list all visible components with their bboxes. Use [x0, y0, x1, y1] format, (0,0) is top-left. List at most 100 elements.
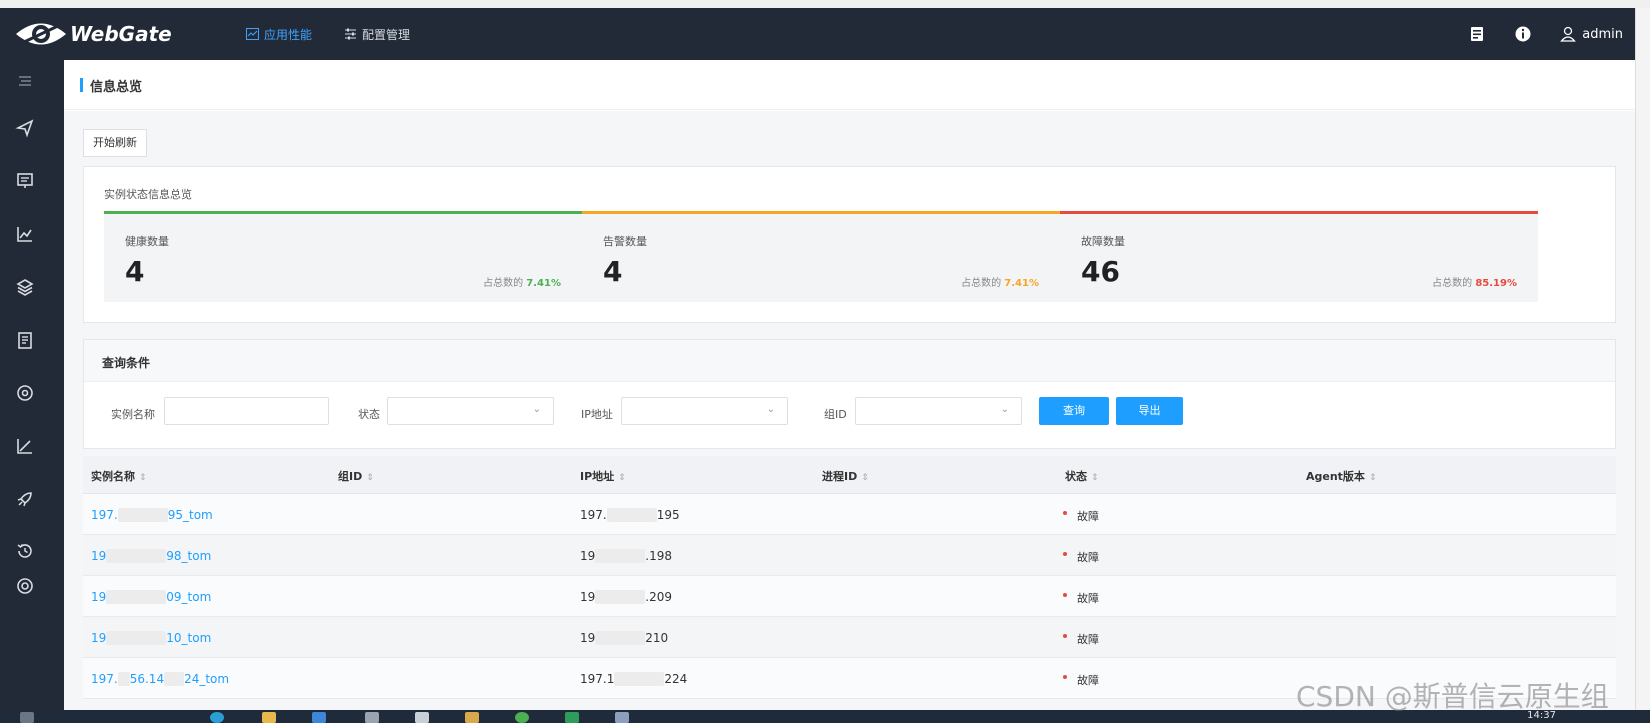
fault-count-label: 故障数量	[1081, 235, 1125, 248]
fault-dot-icon	[1063, 511, 1067, 515]
target-icon	[17, 385, 33, 401]
sidebar-item-history[interactable]	[12, 538, 38, 564]
instance-name-input[interactable]	[164, 397, 329, 425]
nav-config-management[interactable]: 配置管理	[344, 26, 410, 43]
window-right-edge	[1635, 8, 1650, 710]
logo[interactable]: WebGate	[14, 17, 172, 51]
page-title-bar: 信息总览	[64, 60, 1635, 110]
instance-name-link[interactable]: 19x09_tom	[91, 590, 211, 604]
col-agent-version[interactable]: Agent版本 ⇕	[1306, 468, 1376, 484]
query-panel-header: 查询条件	[84, 340, 1615, 382]
healthy-percent-prefix: 占总数的	[483, 278, 524, 289]
group-id-select[interactable]: ⌄	[855, 397, 1022, 425]
col-group-id[interactable]: 组ID ⇕	[338, 468, 374, 484]
app-icon[interactable]	[465, 712, 479, 723]
user-icon	[1560, 26, 1577, 42]
col-status[interactable]: 状态 ⇕	[1065, 468, 1099, 484]
table-row[interactable]: 19x10_tom 19x210 故障	[83, 617, 1616, 658]
header-actions: admin	[1468, 8, 1635, 60]
ip-part: 224	[664, 672, 688, 686]
settings-icon	[17, 578, 33, 594]
sliders-icon	[345, 28, 357, 40]
ip-cell: 19x.209	[580, 590, 672, 604]
status-text: 故障	[1077, 551, 1099, 564]
ip-part: 19	[580, 549, 596, 563]
app-icon[interactable]	[415, 712, 429, 723]
sidebar-item-trend[interactable]	[12, 221, 38, 247]
fault-dot-icon	[1063, 552, 1067, 556]
instance-name-part: 98_tom	[166, 549, 212, 563]
table-row[interactable]: 19x09_tom 19x.209 故障	[83, 576, 1616, 617]
document-icon	[18, 332, 32, 349]
ip-cell: 19x210	[580, 631, 668, 645]
start-icon[interactable]	[20, 712, 34, 723]
send-icon	[15, 119, 34, 138]
ip-address-select[interactable]: ⌄	[621, 397, 788, 425]
user-menu[interactable]: admin	[1560, 26, 1623, 42]
search-button[interactable]: 查询	[1039, 397, 1109, 425]
col-instance-name[interactable]: 实例名称 ⇕	[91, 468, 147, 484]
table-row[interactable]: 19x98_tom 19x.198 故障	[83, 535, 1616, 576]
status-label: 状态	[358, 408, 380, 421]
top-header: WebGate 应用性能 配置管理 admin	[0, 8, 1635, 60]
status-select[interactable]: ⌄	[387, 397, 554, 425]
clipboard-icon[interactable]	[1468, 25, 1486, 43]
group-id-label: 组ID	[824, 408, 847, 421]
instance-name-link[interactable]: 197.x95_tom	[91, 508, 213, 522]
sidebar-item-analytics[interactable]	[12, 433, 38, 459]
fault-card-top-bar	[1060, 211, 1538, 214]
app-icon[interactable]	[615, 712, 629, 723]
instance-name-part: 19	[91, 590, 107, 604]
warning-percent-value: 7.41%	[1004, 278, 1039, 289]
status-panel-title: 实例状态信息总览	[104, 188, 192, 201]
browser-icon[interactable]	[210, 712, 224, 723]
ip-cell: 197.1x224	[580, 672, 687, 686]
redacted-mask: x	[106, 590, 167, 604]
folder-icon[interactable]	[262, 712, 276, 723]
instance-status-panel: 实例状态信息总览 健康数量 4 占总数的 7.41% 告警数量 4 占总数的 7…	[83, 166, 1616, 323]
table-row[interactable]: 197.x95_tom 197.x195 故障	[83, 494, 1616, 535]
sidebar-item-send[interactable]	[12, 115, 38, 141]
col-agent-version-label: Agent版本	[1306, 470, 1365, 483]
instance-name-link[interactable]: 197.x56.14x24_tom	[91, 672, 229, 686]
ip-chevron-down-icon: ⌄	[766, 404, 775, 415]
ip-cell: 197.x195	[580, 508, 680, 522]
sidebar-item-screen[interactable]	[12, 168, 38, 194]
export-button[interactable]: 导出	[1116, 397, 1183, 425]
sidebar-item-settings[interactable]	[12, 573, 38, 599]
left-sidebar	[0, 60, 64, 710]
col-ip-address[interactable]: IP地址 ⇕	[580, 468, 626, 484]
app-icon[interactable]	[515, 712, 529, 723]
user-name: admin	[1582, 26, 1623, 42]
instance-name-link[interactable]: 19x10_tom	[91, 631, 211, 645]
instance-name-part: 56.14	[129, 672, 165, 686]
ip-part: .198	[645, 549, 672, 563]
app-icon[interactable]	[365, 712, 379, 723]
ip-part: 19	[580, 590, 596, 604]
sort-icon: ⇕	[139, 473, 147, 483]
warning-count-card: 告警数量 4 占总数的 7.41%	[582, 211, 1060, 302]
instance-name-link[interactable]: 19x98_tom	[91, 549, 211, 563]
instance-name-part: 24_tom	[184, 672, 230, 686]
axis-chart-icon	[17, 439, 32, 454]
ip-part: 195	[656, 508, 680, 522]
app-icon[interactable]	[312, 712, 326, 723]
nav-config-management-label: 配置管理	[362, 27, 411, 42]
col-ip-address-label: IP地址	[580, 470, 615, 483]
sort-icon: ⇕	[1368, 473, 1377, 483]
redacted-mask: x	[595, 549, 646, 563]
sidebar-toggle[interactable]	[12, 68, 38, 94]
sidebar-item-document[interactable]	[12, 327, 38, 353]
rocket-icon	[17, 492, 32, 507]
instance-name-part: 197.	[91, 672, 118, 686]
sidebar-item-target[interactable]	[12, 380, 38, 406]
start-refresh-button[interactable]: 开始刷新	[83, 129, 147, 157]
sidebar-item-layers[interactable]	[12, 274, 38, 300]
nav-app-performance[interactable]: 应用性能	[246, 26, 312, 43]
monitor-chart-icon	[246, 28, 259, 40]
sidebar-item-launch[interactable]	[12, 486, 38, 512]
app-icon[interactable]	[565, 712, 579, 723]
healthy-count-value: 4	[125, 255, 145, 288]
col-process-id[interactable]: 进程ID ⇕	[822, 468, 869, 484]
info-icon[interactable]	[1514, 25, 1532, 43]
